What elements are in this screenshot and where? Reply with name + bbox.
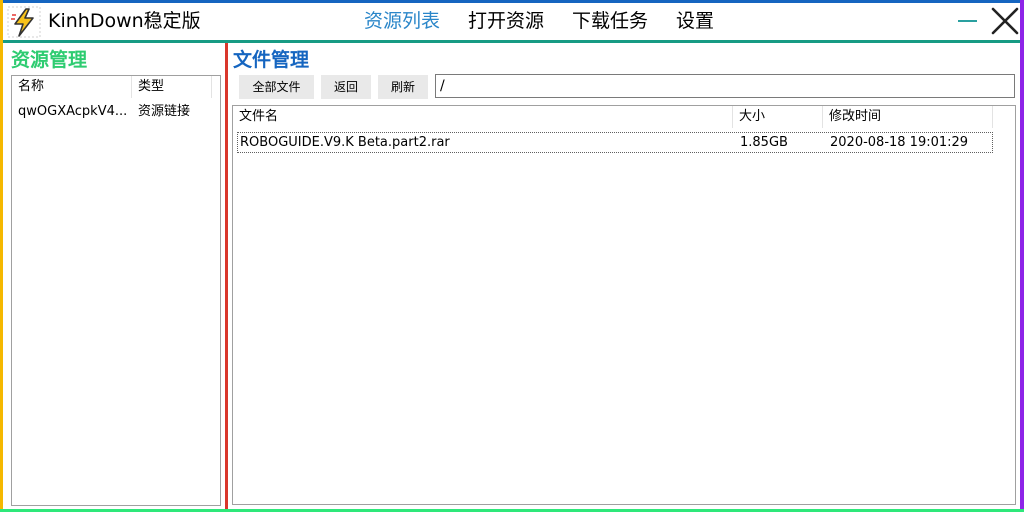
tab-download-tasks[interactable]: 下载任务 — [572, 9, 648, 33]
file-size: 1.85GB — [740, 135, 788, 150]
table-row[interactable]: ROBOGUIDE.V9.K Beta.part2.rar 1.85GB 202… — [237, 132, 993, 153]
resource-list[interactable]: 名称 类型 qwOGXAcpkV4... 资源链接 — [11, 75, 221, 506]
tab-resource-list[interactable]: 资源列表 — [364, 9, 440, 33]
file-manager-title: 文件管理 — [233, 49, 310, 71]
column-header-size[interactable]: 大小 — [733, 106, 823, 128]
close-icon — [991, 7, 1019, 35]
window-right-border — [1020, 0, 1024, 512]
column-header-modified[interactable]: 修改时间 — [823, 106, 993, 128]
file-table[interactable]: 文件名 大小 修改时间 ROBOGUIDE.V9.K Beta.part2.ra… — [232, 105, 1016, 505]
file-name: ROBOGUIDE.V9.K Beta.part2.rar — [240, 135, 450, 150]
app-title: KinhDown稳定版 — [48, 10, 201, 32]
all-files-button[interactable]: 全部文件 — [239, 75, 314, 99]
column-header-filename[interactable]: 文件名 — [233, 106, 733, 128]
resource-list-header: 名称 类型 — [12, 76, 220, 98]
window-left-border — [0, 0, 3, 512]
lightning-bolt-icon — [7, 6, 41, 38]
title-bar-separator — [3, 40, 1020, 43]
minimize-button[interactable] — [954, 6, 980, 36]
pane-splitter[interactable] — [225, 43, 228, 509]
resource-name: qwOGXAcpkV4... — [18, 104, 128, 119]
tab-open-resource[interactable]: 打开资源 — [468, 9, 544, 33]
tab-settings[interactable]: 设置 — [676, 9, 714, 33]
file-table-header: 文件名 大小 修改时间 — [233, 106, 1015, 128]
close-button[interactable] — [989, 5, 1021, 37]
column-header-name[interactable]: 名称 — [12, 76, 132, 98]
resource-type: 资源链接 — [138, 104, 191, 119]
resource-manager-title: 资源管理 — [11, 49, 88, 71]
back-button[interactable]: 返回 — [321, 75, 371, 99]
path-input[interactable] — [435, 74, 1015, 98]
refresh-button[interactable]: 刷新 — [378, 75, 428, 99]
window-top-border — [0, 0, 1024, 3]
column-header-type[interactable]: 类型 — [132, 76, 212, 98]
file-modified: 2020-08-18 19:01:29 — [830, 135, 969, 150]
